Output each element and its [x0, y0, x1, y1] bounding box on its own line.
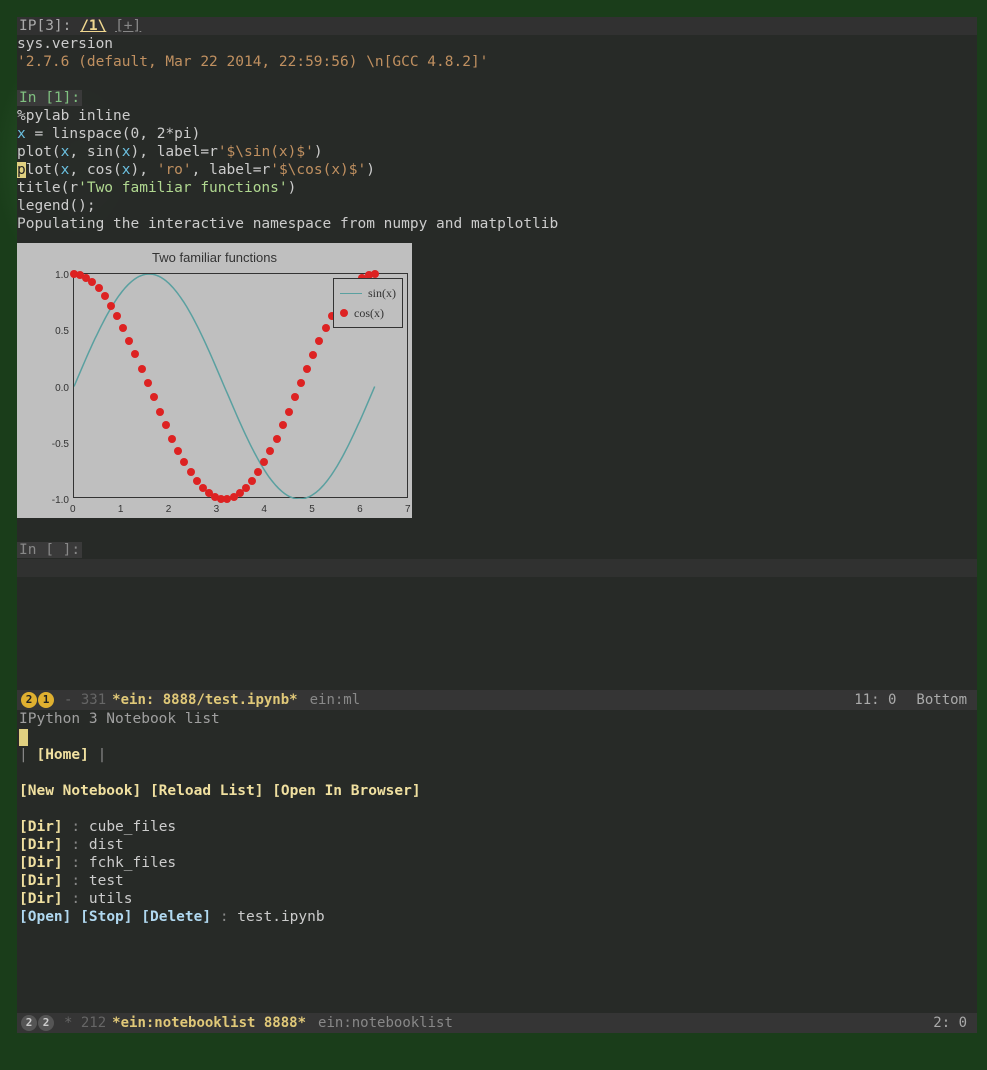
code-line: sys.version	[17, 36, 113, 52]
code-line: x = linspace(0, 2*pi)	[17, 125, 977, 143]
modeline-1: 2 1 - 331 *ein: 8888/test.ipynb* ein:ml …	[17, 690, 977, 710]
plot-legend: sin(x) cos(x)	[333, 278, 403, 328]
legend-sin: sin(x)	[368, 284, 396, 302]
breadcrumb: | [Home] |	[17, 746, 977, 764]
legend-line-icon	[340, 293, 362, 294]
cell-0-output: '2.7.6 (default, Mar 22 2014, 22:59:56) …	[17, 54, 488, 70]
cell-1-output: Populating the interactive namespace fro…	[17, 216, 558, 232]
legend-dot-icon	[340, 309, 348, 317]
dir-name: utils	[89, 891, 133, 907]
dir-name: test	[89, 873, 124, 889]
tabline: IP[3]: /1\ [+]	[17, 17, 977, 35]
code-line: plot(x, cos(x), 'ro', label=r'$\cos(x)$'…	[17, 161, 977, 179]
cell-1-prompt: In [1]:	[17, 90, 82, 106]
major-mode: ein:notebooklist	[318, 1014, 453, 1032]
notebooklist-title: IPython 3 Notebook list	[17, 710, 977, 728]
cell-2[interactable]: In [ ]:	[17, 541, 977, 577]
plot-axes: sin(x) cos(x)	[73, 273, 408, 498]
cell-1[interactable]: In [1]: %pylab inline x = linspace(0, 2*…	[17, 89, 977, 529]
badge-icon: 2	[38, 1015, 54, 1031]
plot-title: Two familiar functions	[17, 249, 412, 267]
dir-link[interactable]: [Dir]	[19, 819, 63, 835]
code-line: title(r'Two familiar functions')	[17, 179, 977, 197]
dir-name: cube_files	[89, 819, 176, 835]
notebooklist-pane[interactable]: IPython 3 Notebook list | [Home] | [New …	[17, 710, 977, 1013]
badge-icon: 2	[21, 1015, 37, 1031]
notebook-filename: test.ipynb	[237, 909, 324, 925]
home-link[interactable]: [Home]	[36, 747, 88, 763]
dir-link[interactable]: [Dir]	[19, 873, 63, 889]
buffer-name: *ein:notebooklist 8888*	[112, 1014, 306, 1032]
dir-name: fchk_files	[89, 855, 176, 871]
open-in-browser-button[interactable]: [Open In Browser]	[272, 783, 420, 799]
modeline-2: 2 2 * 212 *ein:notebooklist 8888* ein:no…	[17, 1013, 977, 1033]
cell-2-prompt: In [ ]:	[17, 542, 82, 558]
dir-link[interactable]: [Dir]	[19, 855, 63, 871]
code-line: plot(x, sin(x), label=r'$\sin(x)$')	[17, 143, 977, 161]
code-line: legend();	[17, 197, 977, 215]
modeline-state: - 331	[64, 691, 106, 709]
delete-notebook-button[interactable]: [Delete]	[141, 909, 211, 925]
line-col: 11: 0	[854, 691, 896, 709]
plot-output: Two familiar functions sin(x) cos(x) -1.…	[17, 243, 412, 518]
dir-name: dist	[89, 837, 124, 853]
badge-icon: 2	[21, 692, 37, 708]
tab-selected[interactable]: /1\	[80, 18, 106, 34]
notebook-editor-pane[interactable]: IP[3]: /1\ [+] sys.version '2.7.6 (defau…	[17, 17, 977, 690]
open-notebook-button[interactable]: [Open]	[19, 909, 71, 925]
buffer-pos: Bottom	[916, 691, 967, 709]
tab-add[interactable]: [+]	[115, 18, 141, 34]
cursor	[19, 729, 28, 746]
code-line: %pylab inline	[17, 108, 131, 124]
badge-icon: 1	[38, 692, 54, 708]
stop-notebook-button[interactable]: [Stop]	[80, 909, 132, 925]
new-notebook-button[interactable]: [New Notebook]	[19, 783, 141, 799]
dir-link[interactable]: [Dir]	[19, 891, 63, 907]
cursor: p	[17, 162, 26, 178]
cell-0[interactable]: sys.version '2.7.6 (default, Mar 22 2014…	[17, 35, 977, 71]
buffer-name: *ein: 8888/test.ipynb*	[112, 691, 297, 709]
legend-cos: cos(x)	[354, 304, 384, 322]
modeline-state: * 212	[64, 1014, 106, 1032]
dir-link[interactable]: [Dir]	[19, 837, 63, 853]
tab-label: IP[3]:	[19, 18, 71, 34]
major-mode: ein:ml	[310, 691, 361, 709]
line-col: 2: 0	[933, 1014, 967, 1032]
reload-list-button[interactable]: [Reload List]	[150, 783, 264, 799]
